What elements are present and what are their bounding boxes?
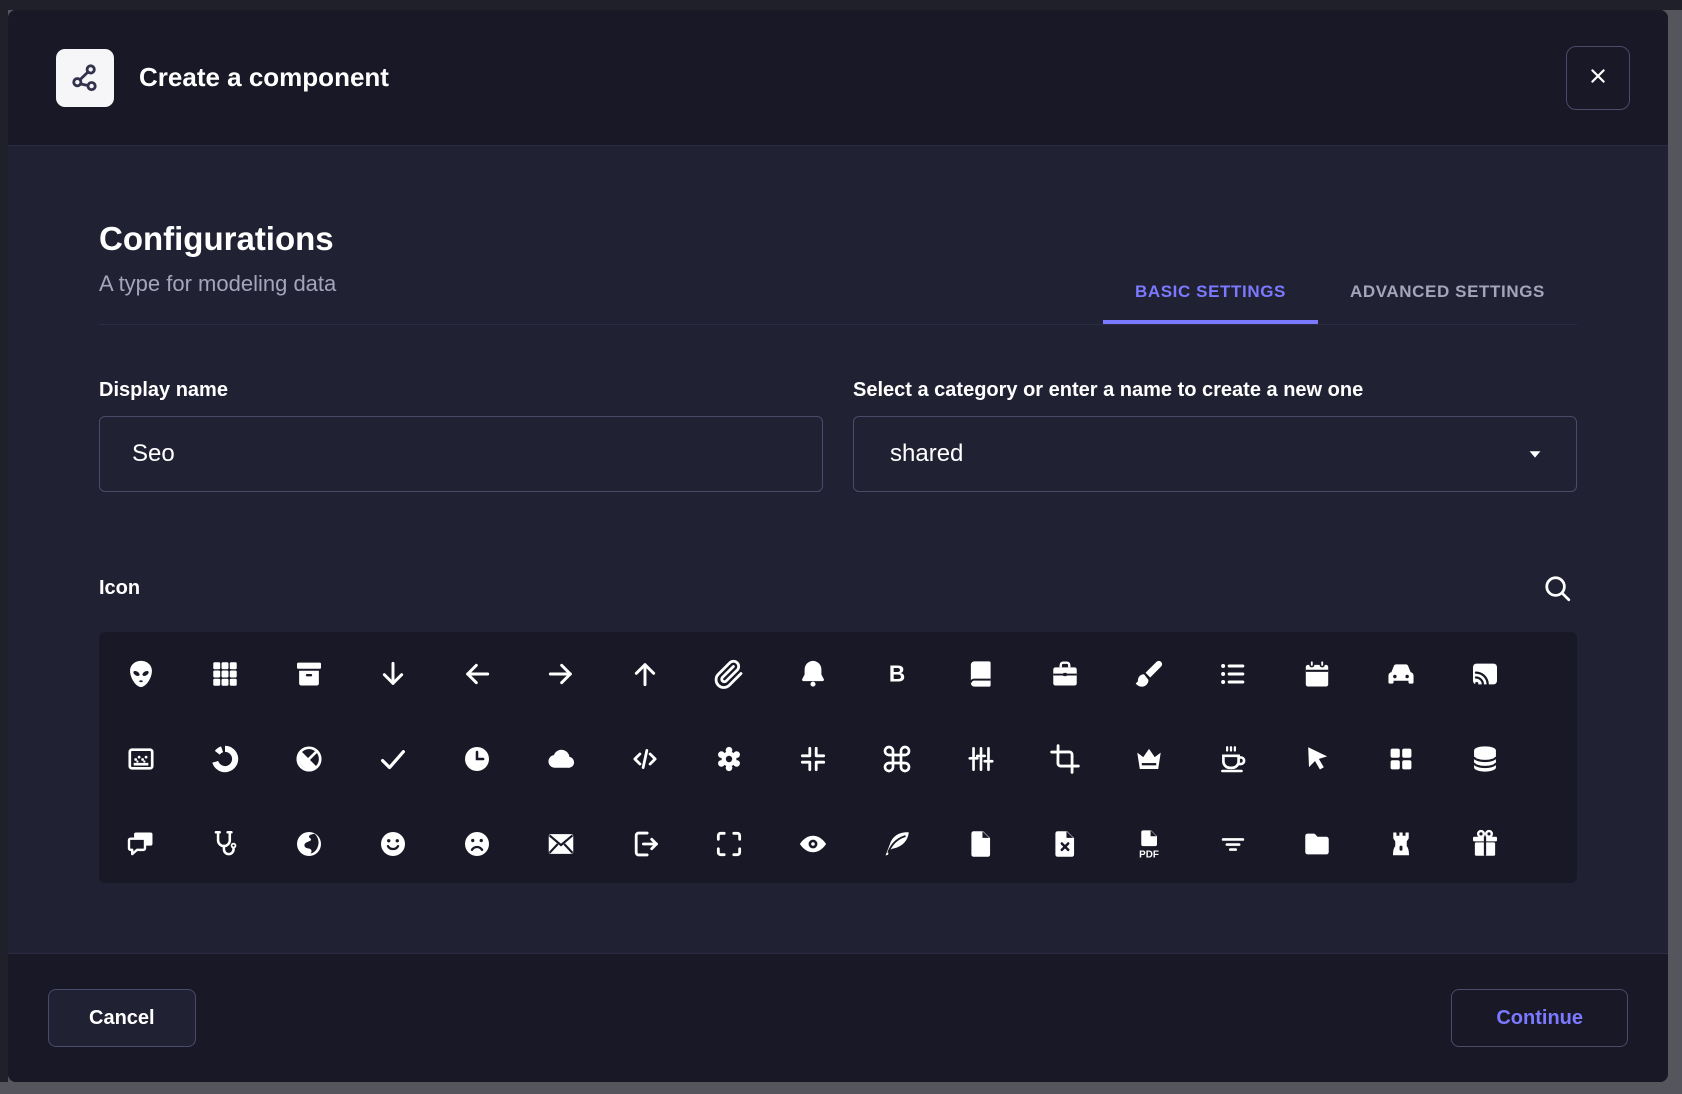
create-component-modal: Create a component Configurations A type… [8,10,1668,1082]
emotion-unhappy-icon[interactable] [461,828,493,860]
archive-icon[interactable] [293,658,325,690]
category-select[interactable]: shared [853,416,1577,492]
attachment-icon[interactable] [713,658,745,690]
category-field: Select a category or enter a name to cre… [853,379,1577,492]
arrow-left-icon[interactable] [461,658,493,690]
section-title: Configurations [99,218,336,259]
icon-section-label: Icon [99,577,140,600]
section-headings: Configurations A type for modeling data [99,218,336,324]
gate-icon[interactable] [1385,828,1417,860]
earth-icon[interactable] [293,828,325,860]
svg-text:B: B [889,660,905,686]
chart-pie-icon[interactable] [293,743,325,775]
file-icon[interactable] [965,828,997,860]
form-fields: Display name Select a category or enter … [99,379,1577,492]
modal-title: Create a component [139,62,1566,93]
icon-grid: B PDF [99,632,1577,883]
chart-bubble-icon[interactable] [125,743,157,775]
command-icon[interactable] [881,743,913,775]
section-head: Configurations A type for modeling data … [99,218,1577,325]
arrow-down-icon[interactable] [377,658,409,690]
cup-icon[interactable] [1217,743,1249,775]
file-error-icon[interactable] [1049,828,1081,860]
clock-icon[interactable] [461,743,493,775]
code-icon[interactable] [629,743,661,775]
settings-tabs: BASIC SETTINGSADVANCED SETTINGS [1103,262,1577,324]
apps-icon[interactable] [209,658,241,690]
file-pdf-icon[interactable]: PDF [1133,828,1165,860]
section-subtitle: A type for modeling data [99,269,336,300]
brush-icon[interactable] [1133,658,1165,690]
modal-footer: Cancel Continue [8,953,1668,1082]
icon-row [125,743,1577,775]
filter-icon[interactable] [1217,828,1249,860]
folder-icon[interactable] [1301,828,1333,860]
cast-icon[interactable] [1469,658,1501,690]
crop-icon[interactable] [1049,743,1081,775]
icon-row: PDF [125,828,1577,860]
emotion-happy-icon[interactable] [377,828,409,860]
tab-advanced-settings[interactable]: ADVANCED SETTINGS [1318,262,1577,324]
crown-icon[interactable] [1133,743,1165,775]
bullet-list-icon[interactable] [1217,658,1249,690]
eye-icon[interactable] [797,828,829,860]
close-icon [1585,63,1611,92]
arrow-right-icon[interactable] [545,658,577,690]
cog-icon[interactable] [713,743,745,775]
modal-header: Create a component [8,10,1668,146]
display-name-field: Display name [99,379,823,492]
icon-search-button[interactable] [1541,570,1577,606]
category-label: Select a category or enter a name to cre… [853,379,1577,402]
arrow-up-icon[interactable] [629,658,661,690]
briefcase-icon[interactable] [1049,658,1081,690]
cursor-icon[interactable] [1301,743,1333,775]
bell-icon[interactable] [797,658,829,690]
display-name-label: Display name [99,379,823,402]
car-icon[interactable] [1385,658,1417,690]
tab-basic-settings[interactable]: BASIC SETTINGS [1103,262,1318,324]
dashboard-icon[interactable] [1385,743,1417,775]
chart-circle-icon[interactable] [209,743,241,775]
category-selected-value: shared [890,440,963,468]
close-button[interactable] [1566,46,1630,110]
exit-icon[interactable] [629,828,661,860]
page-edge-top [0,0,1682,10]
doctor-icon[interactable] [209,828,241,860]
search-icon [1541,572,1577,605]
modal-body: Configurations A type for modeling data … [8,146,1668,953]
display-name-input[interactable] [99,416,823,492]
component-icon [56,49,114,107]
discuss-icon[interactable] [125,828,157,860]
chevron-down-icon [1522,441,1548,467]
bold-icon[interactable]: B [881,658,913,690]
expand-icon[interactable] [713,828,745,860]
calendar-icon[interactable] [1301,658,1333,690]
envelop-icon[interactable] [545,828,577,860]
book-icon[interactable] [965,658,997,690]
icon-row: B [125,658,1577,690]
cancel-button[interactable]: Cancel [48,989,196,1047]
continue-button[interactable]: Continue [1451,989,1628,1047]
database-icon[interactable] [1469,743,1501,775]
sliders-icon[interactable] [965,743,997,775]
page-edge-left [0,0,8,1082]
cloud-icon[interactable] [545,743,577,775]
check-icon[interactable] [377,743,409,775]
icon-picker-header: Icon [99,570,1577,606]
alien-icon[interactable] [125,658,157,690]
svg-text:PDF: PDF [1139,850,1159,860]
gift-icon[interactable] [1469,828,1501,860]
collapse-icon[interactable] [797,743,829,775]
feather-icon[interactable] [881,828,913,860]
